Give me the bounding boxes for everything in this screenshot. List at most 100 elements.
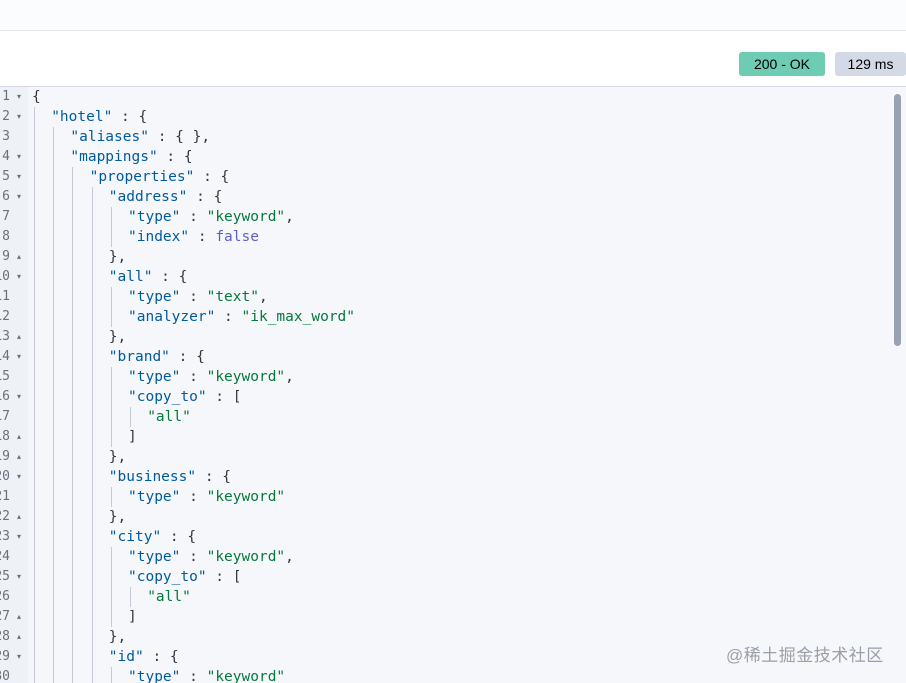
fold-collapse-icon[interactable]: ▾	[14, 647, 24, 667]
indent-guide	[91, 367, 93, 387]
indent-guide	[53, 307, 55, 327]
json-string: "keyword"	[206, 369, 286, 385]
json-key: "index"	[128, 229, 190, 245]
indent-guide	[34, 527, 35, 547]
indent-guide	[34, 227, 35, 247]
indent-guide	[91, 187, 93, 207]
json-punctuation: : {	[112, 109, 148, 125]
code-text: "type" : "keyword",	[128, 367, 294, 387]
code-text: },	[109, 507, 126, 527]
fold-expand-icon[interactable]: ▴	[14, 607, 24, 627]
indent-guide	[72, 627, 74, 647]
code-line: 15 "type" : "keyword",	[0, 367, 900, 387]
code-text: ]	[128, 427, 137, 447]
status-badge: 200 - OK	[739, 52, 825, 76]
line-number: 10	[0, 269, 10, 284]
indent-guide	[72, 247, 74, 267]
code-text: "type" : "keyword"	[128, 487, 285, 507]
indent-guide	[53, 427, 55, 447]
fold-collapse-icon[interactable]: ▾	[14, 147, 24, 167]
json-punctuation: ,	[285, 369, 294, 385]
fold-collapse-icon[interactable]: ▾	[14, 467, 24, 487]
editor-scrollbar[interactable]	[894, 94, 901, 346]
indent-guide	[72, 367, 74, 387]
indent-guide	[91, 447, 93, 467]
json-key: "analyzer"	[128, 309, 216, 325]
code-line: 20 ▾ "business" : {	[0, 467, 900, 487]
code-line: 7 "type" : "keyword",	[0, 207, 900, 227]
fold-collapse-icon[interactable]: ▾	[14, 527, 24, 547]
json-punctuation: :	[180, 489, 207, 505]
fold-expand-icon[interactable]: ▴	[14, 427, 24, 447]
indent-guide	[34, 407, 35, 427]
response-time-badge: 129 ms	[835, 52, 906, 76]
fold-collapse-icon[interactable]: ▾	[14, 347, 24, 367]
json-punctuation: :	[180, 209, 207, 225]
json-string: "ik_max_word"	[241, 309, 356, 325]
line-number: 13	[0, 329, 10, 344]
indent-guide	[91, 507, 93, 527]
indent-guide	[53, 287, 55, 307]
indent-guide	[72, 567, 74, 587]
code-line: 4 ▾ "mappings" : {	[0, 147, 900, 167]
fold-collapse-icon[interactable]: ▾	[14, 87, 24, 107]
indent-guide	[91, 387, 93, 407]
json-key: "type"	[128, 369, 181, 385]
indent-guide	[91, 287, 93, 307]
json-key: "type"	[128, 209, 181, 225]
fold-expand-icon[interactable]: ▴	[14, 247, 24, 267]
line-number: 19	[0, 449, 10, 464]
fold-collapse-icon[interactable]: ▾	[14, 267, 24, 287]
json-punctuation: :	[180, 289, 207, 305]
fold-collapse-icon[interactable]: ▾	[14, 187, 24, 207]
json-string: "keyword"	[206, 209, 286, 225]
fold-expand-icon[interactable]: ▴	[14, 327, 24, 347]
code-line: 19 ▴},	[0, 447, 900, 467]
indent-guide	[91, 427, 93, 447]
code-text: "city" : {	[109, 527, 196, 547]
fold-collapse-icon[interactable]: ▾	[14, 387, 24, 407]
indent-guide	[53, 347, 55, 367]
indent-guide	[91, 487, 93, 507]
json-punctuation: : {	[157, 149, 193, 165]
code-text: {	[32, 87, 41, 107]
json-punctuation: :	[180, 369, 207, 385]
code-text: "copy_to" : [	[128, 387, 242, 407]
indent-guide	[110, 547, 112, 567]
json-key: "type"	[128, 489, 181, 505]
code-text: "all" : {	[109, 267, 188, 287]
indent-guide	[34, 187, 35, 207]
indent-guide	[53, 387, 55, 407]
indent-guide	[72, 667, 74, 683]
code-line: 25 ▾ "copy_to" : [	[0, 567, 900, 587]
fold-expand-icon[interactable]: ▴	[14, 447, 24, 467]
fold-expand-icon[interactable]: ▴	[14, 627, 24, 647]
indent-guide	[72, 347, 74, 367]
code-line: 30 "type" : "keyword"	[0, 667, 900, 683]
json-key: "id"	[108, 649, 144, 665]
fold-collapse-icon[interactable]: ▾	[14, 567, 24, 587]
fold-collapse-icon[interactable]: ▾	[14, 107, 24, 127]
code-line: 1 ▾ {	[0, 87, 900, 107]
indent-guide	[53, 487, 55, 507]
json-key: "type"	[128, 289, 181, 305]
indent-guide	[72, 607, 74, 627]
response-editor[interactable]: 1 ▾ {2 ▾ "hotel" : {3 "aliases" : { }, 4 ▾ "mapp…	[0, 87, 906, 683]
indent-guide	[91, 207, 93, 227]
indent-guide	[34, 427, 35, 447]
fold-collapse-icon[interactable]: ▾	[14, 167, 24, 187]
json-punctuation: },	[108, 449, 127, 465]
fold-expand-icon[interactable]: ▴	[14, 507, 24, 527]
indent-guide	[34, 307, 35, 327]
indent-guide	[53, 607, 55, 627]
code-text: ]	[128, 607, 137, 627]
line-number: 22	[0, 509, 10, 524]
line-number: 23	[0, 529, 10, 544]
json-punctuation: ]	[128, 429, 137, 445]
indent-guide	[110, 567, 112, 587]
line-number: 30	[0, 669, 10, 683]
indent-guide	[53, 267, 55, 287]
indent-guide	[34, 667, 35, 683]
indent-guide	[53, 147, 55, 167]
json-key: "city"	[108, 529, 162, 545]
